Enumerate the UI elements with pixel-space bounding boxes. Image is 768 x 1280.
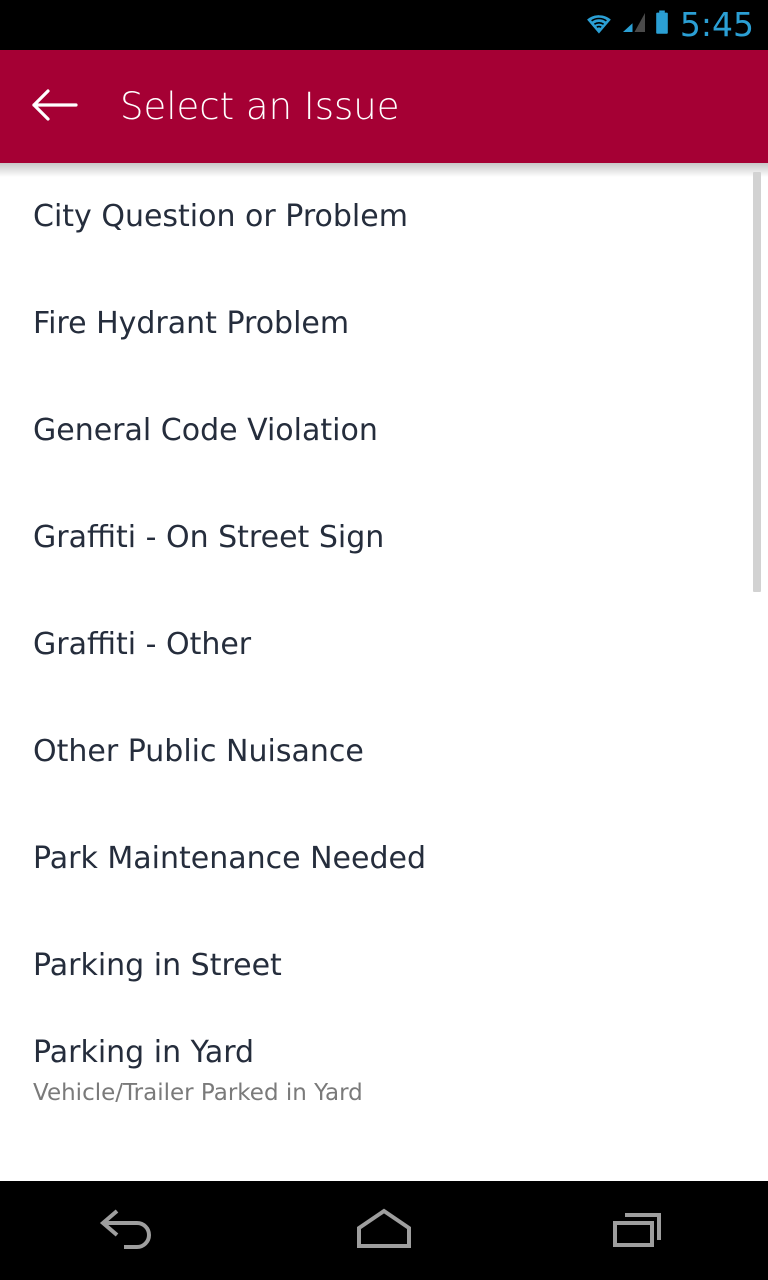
wifi-icon [584,11,614,39]
list-item-title: Other Public Nuisance [33,734,364,769]
battery-icon [654,10,670,40]
issue-list[interactable]: City Question or Problem Fire Hydrant Pr… [0,163,768,1181]
nav-back-icon [95,1204,161,1258]
list-item-title: Parking in Yard [33,1035,255,1070]
list-item[interactable]: Graffiti - On Street Sign [0,484,768,591]
list-item[interactable]: City Question or Problem [0,163,768,270]
arrow-left-icon [31,86,79,128]
list-scrollbar-thumb[interactable] [753,172,761,592]
list-item-title: Parking in Street [33,948,282,983]
nav-home-icon [351,1204,417,1258]
list-item-title: Graffiti - Other [33,627,252,662]
list-item-title: General Code Violation [33,413,378,448]
list-item[interactable]: General Code Violation [0,377,768,484]
nav-recents-button[interactable] [550,1181,730,1280]
list-item[interactable]: Park Maintenance Needed [0,805,768,912]
phone-screen: 5:45 Select an Issue City Question or Pr… [0,0,768,1280]
list-item-title: Fire Hydrant Problem [33,306,350,341]
nav-home-button[interactable] [294,1181,474,1280]
system-navigation-bar [0,1181,768,1280]
nav-back-button[interactable] [38,1181,218,1280]
back-button[interactable] [18,50,92,163]
list-item-title: Park Maintenance Needed [33,841,427,876]
nav-recents-icon [607,1204,673,1258]
status-bar: 5:45 [0,0,768,50]
list-item[interactable]: Other Public Nuisance [0,698,768,805]
list-item[interactable]: Graffiti - Other [0,591,768,698]
list-item[interactable]: Parking in Yard Vehicle/Trailer Parked i… [0,1019,768,1126]
cellular-signal-icon [621,11,647,39]
list-item[interactable]: Parking in Street [0,912,768,1019]
list-item-title: Graffiti - On Street Sign [33,520,385,555]
list-item-subtitle: Vehicle/Trailer Parked in Yard [33,1080,363,1106]
list-item[interactable]: Fire Hydrant Problem [0,270,768,377]
app-bar: Select an Issue [0,50,768,163]
list-item-title: City Question or Problem [33,199,408,234]
page-title: Select an Issue [120,85,400,128]
status-icons-group [584,10,670,40]
status-bar-clock: 5:45 [679,4,754,44]
